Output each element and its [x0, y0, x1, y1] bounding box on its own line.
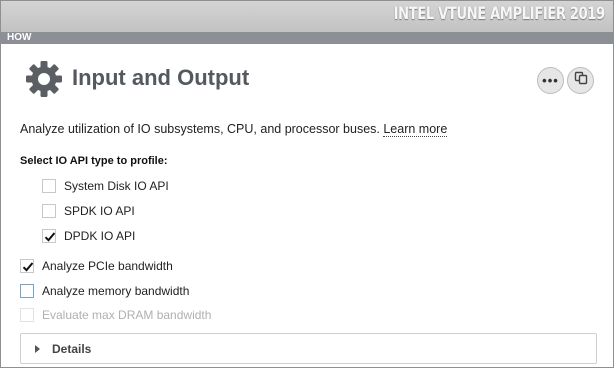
gear-icon: [25, 60, 63, 98]
caret-right-icon: [35, 344, 40, 353]
memory-bandwidth-checkbox[interactable]: [20, 284, 34, 298]
copy-icon: [574, 71, 588, 90]
check-icon: [44, 232, 56, 242]
pcie-bandwidth-label: Analyze PCIe bandwidth: [42, 259, 173, 273]
memory-bandwidth-label: Analyze memory bandwidth: [42, 284, 190, 298]
system-disk-io-label: System Disk IO API: [64, 179, 169, 193]
dpdk-io-label: DPDK IO API: [64, 229, 136, 243]
details-expander[interactable]: Details: [20, 333, 597, 364]
dpdk-io-option[interactable]: DPDK IO API: [42, 229, 135, 243]
brand-bar: INTEL VTUNE AMPLIFIER 2019: [1, 1, 613, 32]
page-title: Input and Output: [72, 65, 250, 90]
memory-bandwidth-option[interactable]: Analyze memory bandwidth: [20, 284, 189, 298]
more-options-button[interactable]: •••: [537, 67, 564, 94]
spdk-io-label: SPDK IO API: [64, 204, 135, 218]
description-text: Analyze utilization of IO subsystems, CP…: [20, 122, 384, 136]
spdk-io-checkbox[interactable]: [42, 204, 56, 218]
analysis-description: Analyze utilization of IO subsystems, CP…: [20, 122, 448, 137]
copy-button[interactable]: [567, 67, 594, 94]
more-icon: •••: [542, 73, 559, 88]
dram-bandwidth-option: Evaluate max DRAM bandwidth: [20, 308, 211, 322]
section-bar: HOW: [1, 32, 613, 44]
learn-more-link[interactable]: Learn more: [383, 122, 448, 137]
dram-bandwidth-label: Evaluate max DRAM bandwidth: [42, 308, 212, 322]
io-api-section-label: Select IO API type to profile:: [20, 155, 168, 167]
pcie-bandwidth-option[interactable]: Analyze PCIe bandwidth: [20, 259, 173, 273]
system-disk-io-checkbox[interactable]: [42, 179, 56, 193]
check-icon: [22, 262, 34, 272]
brand-title: INTEL VTUNE AMPLIFIER 2019: [393, 4, 606, 24]
details-label: Details: [52, 341, 92, 356]
dram-bandwidth-checkbox: [20, 308, 34, 322]
spdk-io-option[interactable]: SPDK IO API: [42, 204, 135, 218]
dpdk-io-checkbox[interactable]: [42, 229, 56, 243]
app-window: INTEL VTUNE AMPLIFIER 2019 HOW Input and…: [0, 0, 614, 368]
pcie-bandwidth-checkbox[interactable]: [20, 259, 34, 273]
system-disk-io-option[interactable]: System Disk IO API: [42, 179, 169, 193]
how-label: HOW: [7, 32, 32, 43]
